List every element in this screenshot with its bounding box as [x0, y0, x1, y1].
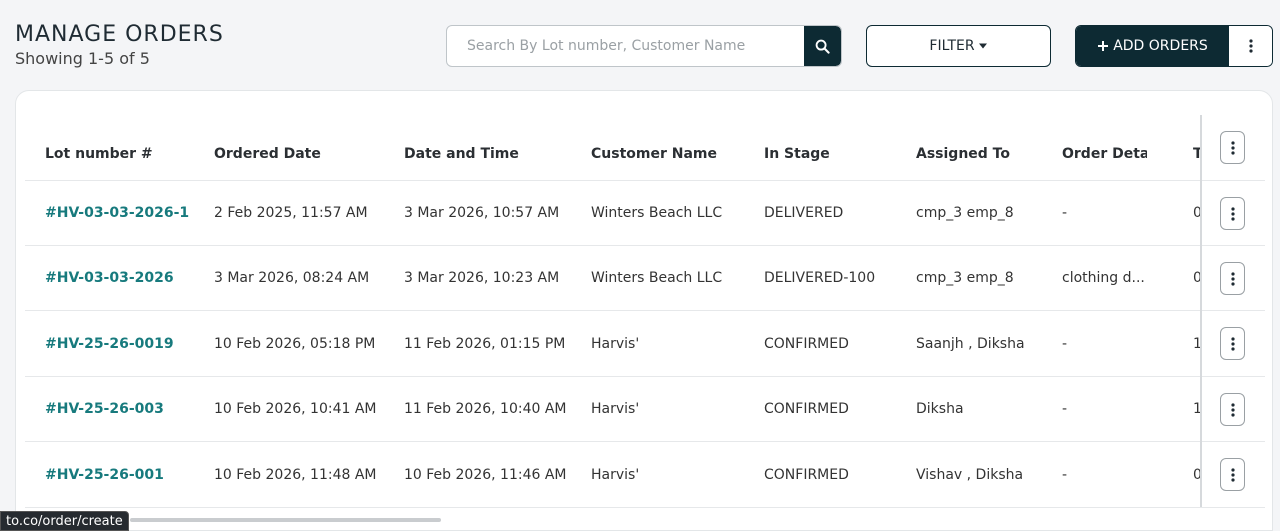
lot-link[interactable]: #HV-03-03-2026-1	[45, 205, 189, 221]
table-header-row: Lot number # Ordered Date Date and Time …	[25, 115, 1265, 181]
assigned-to: Saanjh , Diksha	[916, 335, 1025, 352]
more-actions-button[interactable]	[1229, 26, 1272, 66]
search-box	[446, 25, 842, 67]
add-orders-label: ADD ORDERS	[1113, 38, 1208, 54]
table-row[interactable]: #HV-25-26-001 10 Feb 2026, 11:48 AM 10 F…	[25, 442, 1265, 508]
customer-name: Winters Beach LLC	[591, 205, 723, 221]
stage: CONFIRMED	[764, 335, 849, 352]
plus-icon	[1098, 41, 1109, 51]
table-row[interactable]: #HV-03-03-2026-1 2 Feb 2025, 11:57 AM 3 …	[25, 181, 1265, 246]
ordered-date: 10 Feb 2026, 05:18 PM	[214, 335, 376, 352]
kebab-icon	[1230, 467, 1235, 482]
kebab-icon	[1230, 271, 1235, 286]
assigned-to: cmp_3 emp_8	[916, 205, 1014, 221]
sticky-column-divider	[1200, 115, 1202, 507]
customer-name: Winters Beach LLC	[591, 270, 723, 286]
stage: CONFIRMED	[764, 401, 849, 417]
add-orders-button[interactable]: ADD ORDERS	[1076, 26, 1229, 66]
date-time: 11 Feb 2026, 01:15 PM	[404, 335, 566, 352]
search-icon	[815, 39, 830, 54]
ordered-date: 3 Mar 2026, 08:24 AM	[214, 270, 370, 286]
stage: DELIVERED-100	[764, 270, 876, 286]
table-row[interactable]: #HV-25-26-003 10 Feb 2026, 10:41 AM 11 F…	[25, 377, 1265, 442]
assigned-to: Diksha	[916, 401, 964, 417]
orders-table-card: Lot number # Ordered Date Date and Time …	[15, 90, 1273, 531]
browser-status-url: to.co/order/create	[0, 511, 129, 531]
date-time: 11 Feb 2026, 10:40 AM	[404, 401, 567, 417]
column-settings-button[interactable]	[1220, 131, 1245, 164]
ordered-date: 2 Feb 2025, 11:57 AM	[214, 205, 368, 221]
stage: DELIVERED	[764, 205, 844, 221]
stage: CONFIRMED	[764, 466, 849, 483]
filter-button[interactable]: FILTER	[866, 25, 1051, 67]
table-row[interactable]: #HV-25-26-0019 10 Feb 2026, 05:18 PM 11 …	[25, 311, 1265, 377]
ordered-date: 10 Feb 2026, 11:48 AM	[214, 466, 377, 483]
column-header-stage[interactable]: In Stage	[764, 115, 912, 180]
order-detail: -	[1062, 466, 1068, 483]
lot-link[interactable]: #HV-03-03-2026	[45, 270, 174, 286]
customer-name: Harvis'	[591, 335, 640, 352]
row-actions-button[interactable]	[1220, 393, 1245, 426]
column-header-order-detail[interactable]: Order Detail	[1062, 115, 1147, 180]
customer-name: Harvis'	[591, 401, 640, 417]
lot-link[interactable]: #HV-25-26-001	[45, 467, 164, 483]
row-actions-button[interactable]	[1220, 262, 1245, 295]
order-detail: clothing d...	[1062, 270, 1145, 286]
kebab-icon	[1230, 402, 1235, 417]
ordered-date: 10 Feb 2026, 10:41 AM	[214, 401, 377, 417]
search-input[interactable]	[447, 26, 804, 66]
column-header-date-time[interactable]: Date and Time	[404, 115, 586, 180]
add-orders-group: ADD ORDERS	[1075, 25, 1273, 67]
date-time: 10 Feb 2026, 11:46 AM	[404, 466, 567, 483]
kebab-icon	[1230, 140, 1235, 155]
kebab-icon	[1230, 206, 1235, 221]
column-header-ordered-date[interactable]: Ordered Date	[214, 115, 399, 180]
assigned-to: Vishav , Diksha	[916, 466, 1024, 483]
column-header-lot[interactable]: Lot number #	[45, 115, 210, 180]
caret-down-icon	[978, 43, 987, 49]
date-time: 3 Mar 2026, 10:57 AM	[404, 205, 560, 221]
column-header-customer[interactable]: Customer Name	[591, 115, 759, 180]
search-button[interactable]	[804, 26, 841, 66]
row-actions-button[interactable]	[1220, 458, 1245, 491]
filter-label: FILTER	[929, 38, 975, 54]
order-detail: -	[1062, 205, 1068, 221]
column-header-assigned[interactable]: Assigned To	[916, 115, 1058, 180]
lot-link[interactable]: #HV-25-26-003	[45, 401, 164, 417]
lot-link[interactable]: #HV-25-26-0019	[45, 336, 174, 352]
assigned-to: cmp_3 emp_8	[916, 270, 1014, 286]
row-actions-button[interactable]	[1220, 197, 1245, 230]
page-title: MANAGE ORDERS	[15, 22, 224, 47]
result-count: Showing 1-5 of 5	[15, 49, 150, 68]
order-detail: -	[1062, 335, 1068, 352]
customer-name: Harvis'	[591, 466, 640, 483]
table-row[interactable]: #HV-03-03-2026 3 Mar 2026, 08:24 AM 3 Ma…	[25, 246, 1265, 311]
date-time: 3 Mar 2026, 10:23 AM	[404, 270, 560, 286]
kebab-icon	[1230, 336, 1235, 351]
horizontal-scrollbar[interactable]	[130, 518, 441, 522]
order-detail: -	[1062, 401, 1068, 417]
kebab-icon	[1248, 39, 1253, 53]
row-actions-button[interactable]	[1220, 327, 1245, 360]
manage-orders-page: MANAGE ORDERS Showing 1-5 of 5 FILTER AD…	[0, 0, 1280, 531]
